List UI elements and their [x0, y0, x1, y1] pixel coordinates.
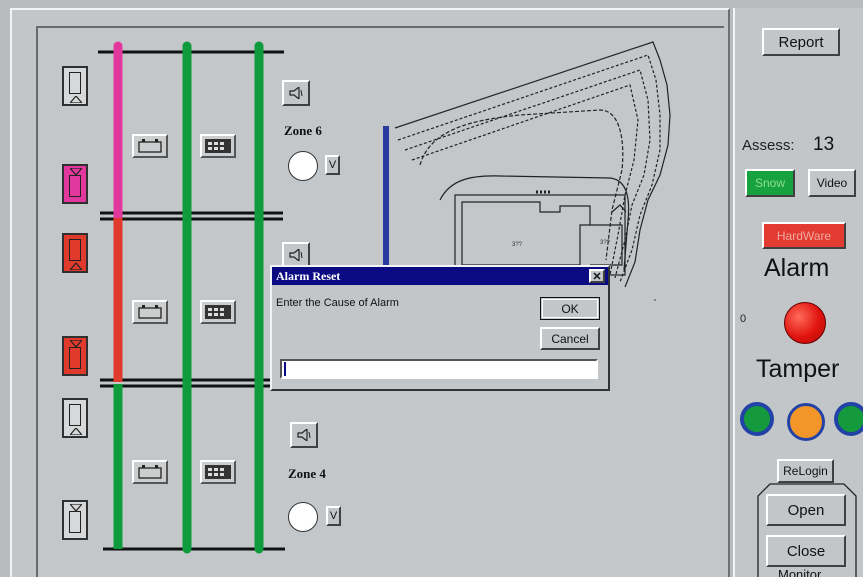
text-cursor [284, 362, 286, 376]
zone-4-video-button[interactable]: V [326, 506, 341, 526]
video-button[interactable]: Video [808, 169, 856, 197]
room-label-b: 3?? [600, 240, 611, 246]
alarm-heading: Alarm [764, 254, 830, 282]
door-sensor-icon-4[interactable] [62, 500, 88, 540]
door-sensor-icon-3[interactable] [62, 398, 88, 438]
zone-6-label: Zone 6 [284, 123, 322, 138]
zone-6-video-button[interactable]: V [325, 155, 340, 175]
monitor-group-label: Monitor [778, 568, 822, 577]
dialog-prompt: Enter the Cause of Alarm [276, 297, 399, 309]
zone-4-label: Zone 4 [288, 466, 326, 481]
speaker-button-zone-4[interactable] [290, 422, 318, 448]
ok-button[interactable]: OK [540, 297, 600, 320]
alarm-indicator-light[interactable] [784, 302, 826, 344]
zone-6-status-light [288, 151, 318, 181]
alarm-reset-dialog: Alarm Reset ✕ Enter the Cause of Alarm O… [270, 265, 610, 391]
speaker-button-zone-6[interactable] [282, 80, 310, 106]
control-panel-icon-3[interactable] [200, 460, 236, 484]
tamper-indicator-green[interactable] [740, 402, 774, 436]
tamper-heading: Tamper [756, 355, 840, 383]
speaker-icon [289, 87, 303, 99]
battery-icon-3[interactable] [132, 460, 168, 484]
close-button[interactable]: Close [766, 535, 846, 567]
door-sensor-alarm-red-icon-2[interactable] [62, 336, 88, 376]
battery-icon[interactable] [132, 134, 168, 158]
door-sensor-alarm-red-icon[interactable] [62, 233, 88, 273]
zone-4-status-light [288, 502, 318, 532]
hardware-button[interactable]: HardWare [762, 222, 846, 249]
building-floor-map [394, 41, 671, 288]
dialog-title: Alarm Reset [276, 269, 341, 283]
assess-count: 13 [813, 134, 835, 155]
dialog-close-icon[interactable]: ✕ [589, 269, 605, 283]
control-panel-icon-2[interactable] [200, 300, 236, 324]
control-panel-icon[interactable] [200, 134, 236, 158]
cause-of-alarm-input[interactable] [280, 359, 598, 379]
door-sensor-alarm-pink-icon[interactable] [62, 164, 88, 204]
report-button[interactable]: Report [762, 28, 840, 56]
cancel-button[interactable]: Cancel [540, 327, 600, 350]
door-sensor-icon[interactable] [62, 66, 88, 106]
snow-button[interactable]: Snow [745, 169, 795, 197]
battery-icon-2[interactable] [132, 300, 168, 324]
open-button[interactable]: Open [766, 494, 846, 526]
dialog-title-bar[interactable]: Alarm Reset [272, 267, 608, 285]
tamper-indicator-orange[interactable] [787, 403, 825, 441]
speaker-icon [289, 249, 303, 261]
speaker-icon [297, 429, 311, 441]
alarm-count: 0 [740, 313, 747, 325]
relogin-button[interactable]: ReLogin [777, 459, 834, 483]
room-label-a: 3?? [512, 242, 523, 248]
tamper-indicator-green-2[interactable] [834, 402, 863, 436]
assess-label: Assess: [742, 137, 795, 154]
